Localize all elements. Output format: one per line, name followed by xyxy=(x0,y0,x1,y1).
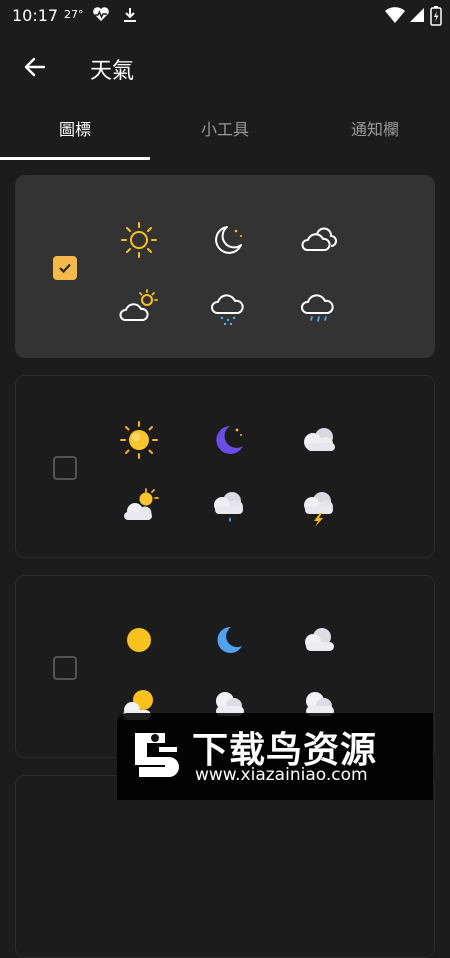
icon-set-card-more[interactable] xyxy=(15,775,435,958)
partly-cloudy-icon xyxy=(119,289,158,321)
tab-indicator xyxy=(0,157,150,160)
sun-icon xyxy=(121,222,157,258)
status-time: 10:17 xyxy=(12,6,59,25)
check-icon xyxy=(59,263,71,274)
sun-icon xyxy=(120,421,158,459)
cloudy-icon xyxy=(301,227,337,251)
sun-icon xyxy=(127,628,151,652)
bird-logo-icon xyxy=(135,733,179,777)
moon-icon xyxy=(216,426,243,454)
icon-set-card-3d[interactable] xyxy=(15,375,435,558)
moon-stars-icon xyxy=(215,226,242,254)
cloud-icon xyxy=(304,428,335,451)
icon-set-checkbox[interactable] xyxy=(53,256,77,280)
signal-icon xyxy=(410,8,424,22)
arrow-left-icon[interactable] xyxy=(18,50,52,84)
thunderstorm-icon xyxy=(304,492,333,527)
icon-set-card-outline[interactable] xyxy=(15,175,435,358)
showers-cloud-icon xyxy=(301,294,334,322)
rain-cloud-icon xyxy=(214,492,243,522)
download-icon xyxy=(124,8,136,22)
battery-icon xyxy=(430,6,442,26)
watermark-overlay: 下载鸟资源 www.xiazainiao.com xyxy=(117,713,433,800)
tab-icons[interactable]: 圖標 xyxy=(0,105,150,160)
tab-bar: 圖標 小工具 通知欄 xyxy=(0,105,450,160)
partly-cloudy-icon xyxy=(124,488,159,520)
page-title: 天氣 xyxy=(90,59,135,84)
rain-cloud-icon xyxy=(211,294,244,326)
tab-widgets[interactable]: 小工具 xyxy=(150,105,300,160)
watermark-url: www.xiazainiao.com xyxy=(195,765,368,785)
tab-notification-bar[interactable]: 通知欄 xyxy=(300,105,450,160)
icon-set-checkbox[interactable] xyxy=(53,656,77,680)
heart-monitor-icon xyxy=(93,7,109,21)
status-temperature: 27° xyxy=(64,8,84,21)
status-bar: 10:17 27° xyxy=(0,0,450,34)
cloud-icon xyxy=(305,628,334,651)
app-bar: 天氣 xyxy=(0,34,450,100)
moon-icon xyxy=(217,626,242,653)
icon-set-checkbox[interactable] xyxy=(53,456,77,480)
wifi-icon xyxy=(385,7,405,23)
